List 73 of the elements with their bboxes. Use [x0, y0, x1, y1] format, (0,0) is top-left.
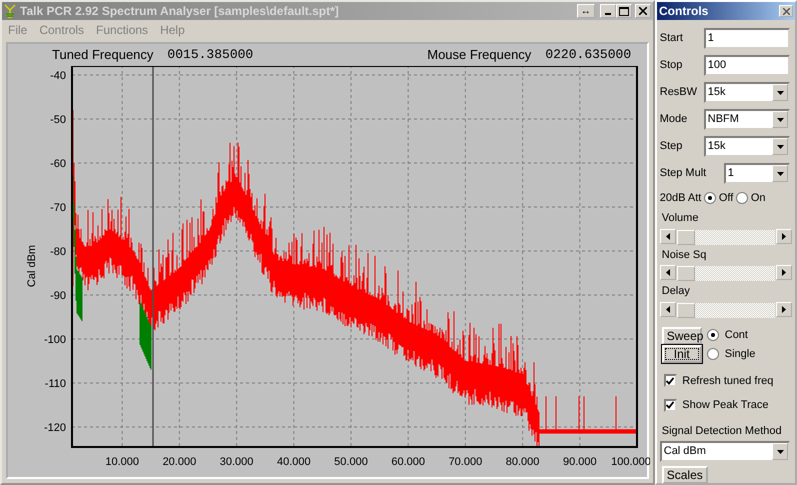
- y-tick-label: -110: [44, 378, 66, 390]
- y-tick-label: -100: [44, 334, 66, 346]
- field-label: Step: [660, 139, 684, 154]
- scroll-left-icon[interactable]: [660, 228, 676, 244]
- scroll-left-icon[interactable]: [660, 302, 676, 316]
- slider-label: Noise Sq: [662, 248, 708, 262]
- slider-thumb[interactable]: [676, 302, 695, 318]
- y-tick-label: -40: [50, 70, 66, 82]
- x-tick-label: 20.000: [162, 456, 196, 468]
- field-label: Stop: [660, 58, 684, 74]
- field-label: Mode: [660, 112, 688, 128]
- field-label: Signal Detection Method: [662, 424, 783, 438]
- checkbox-label: Show Peak Trace: [682, 398, 768, 413]
- dropdown[interactable]: 1: [724, 163, 790, 184]
- checkbox[interactable]: [664, 398, 677, 412]
- radio-label: On: [750, 190, 766, 206]
- x-tick-label: 50.000: [334, 456, 368, 468]
- init-button[interactable]: Init: [662, 344, 702, 362]
- x-tick-label: 40.000: [276, 456, 311, 468]
- dropdown[interactable]: NBFM: [704, 109, 790, 130]
- field-label: ResBW: [660, 85, 698, 100]
- radio-button[interactable]: [707, 328, 720, 341]
- radio-label: Off: [718, 190, 734, 206]
- slider-label: Volume: [662, 211, 700, 226]
- input-field[interactable]: 100: [704, 55, 790, 76]
- readout-label: Mouse Frequency: [427, 46, 532, 64]
- slider-thumb[interactable]: [676, 266, 695, 281]
- x-tick-label: 90.000: [562, 456, 597, 468]
- maximize-icon[interactable]: [616, 4, 632, 18]
- x-tick-label: 10.000: [105, 456, 140, 468]
- radio-label: Cont: [724, 328, 748, 342]
- readout-value: 0015.385000: [167, 46, 254, 64]
- field-label: Step Mult: [660, 166, 708, 182]
- radio-label: Single: [724, 346, 756, 362]
- slider-thumb[interactable]: [676, 230, 695, 244]
- scroll-right-icon[interactable]: [776, 228, 792, 244]
- dropdown[interactable]: 15k: [704, 82, 790, 103]
- dropdown[interactable]: 15k: [704, 136, 790, 157]
- x-tick-label: 80.000: [506, 456, 540, 468]
- resize-button[interactable]: ↔: [576, 4, 595, 18]
- window-title: Talk PCR 2.92 Spectrum Analyser [samples\default.spt*]: [20, 3, 339, 20]
- radio-button[interactable]: [736, 192, 748, 204]
- minimize-icon[interactable]: [600, 4, 616, 18]
- checkbox-label: Refresh tuned freq: [682, 374, 774, 388]
- close-icon[interactable]: [635, 4, 651, 18]
- close-icon[interactable]: [779, 5, 793, 17]
- scroll-right-icon[interactable]: [776, 302, 792, 316]
- input-field[interactable]: 1: [704, 28, 790, 49]
- y-tick-label: -60: [50, 158, 66, 170]
- x-tick-label: 30.000: [220, 456, 254, 468]
- y-tick-label: -120: [44, 422, 66, 434]
- y-tick-label: -70: [50, 202, 66, 214]
- scroll-right-icon[interactable]: [776, 265, 792, 280]
- x-tick-label: 70.000: [448, 456, 482, 468]
- x-tick-label: 60.000: [391, 456, 426, 468]
- radio-button[interactable]: [707, 348, 720, 360]
- readout-label: Tuned Frequency: [52, 46, 154, 64]
- slider-label: Delay: [662, 284, 691, 299]
- panel-title: Controls: [659, 3, 708, 20]
- field-label: 20dB Att: [660, 190, 702, 206]
- readout-value: 0220.635000: [545, 46, 632, 64]
- checkbox[interactable]: [664, 374, 677, 388]
- y-tick-label: -50: [50, 114, 66, 126]
- field-label: Start: [660, 31, 684, 46]
- radio-button[interactable]: [704, 192, 716, 204]
- scales-button[interactable]: Scales: [662, 466, 708, 484]
- antenna-icon: [4, 4, 16, 18]
- y-tick-label: -90: [50, 290, 66, 302]
- axis-label: Cal dBm: [26, 244, 38, 288]
- sweep-button[interactable]: Sweep: [662, 326, 702, 344]
- y-tick-label: -80: [50, 246, 66, 258]
- dropdown[interactable]: Cal dBm: [660, 441, 790, 462]
- scroll-left-icon[interactable]: [660, 265, 676, 280]
